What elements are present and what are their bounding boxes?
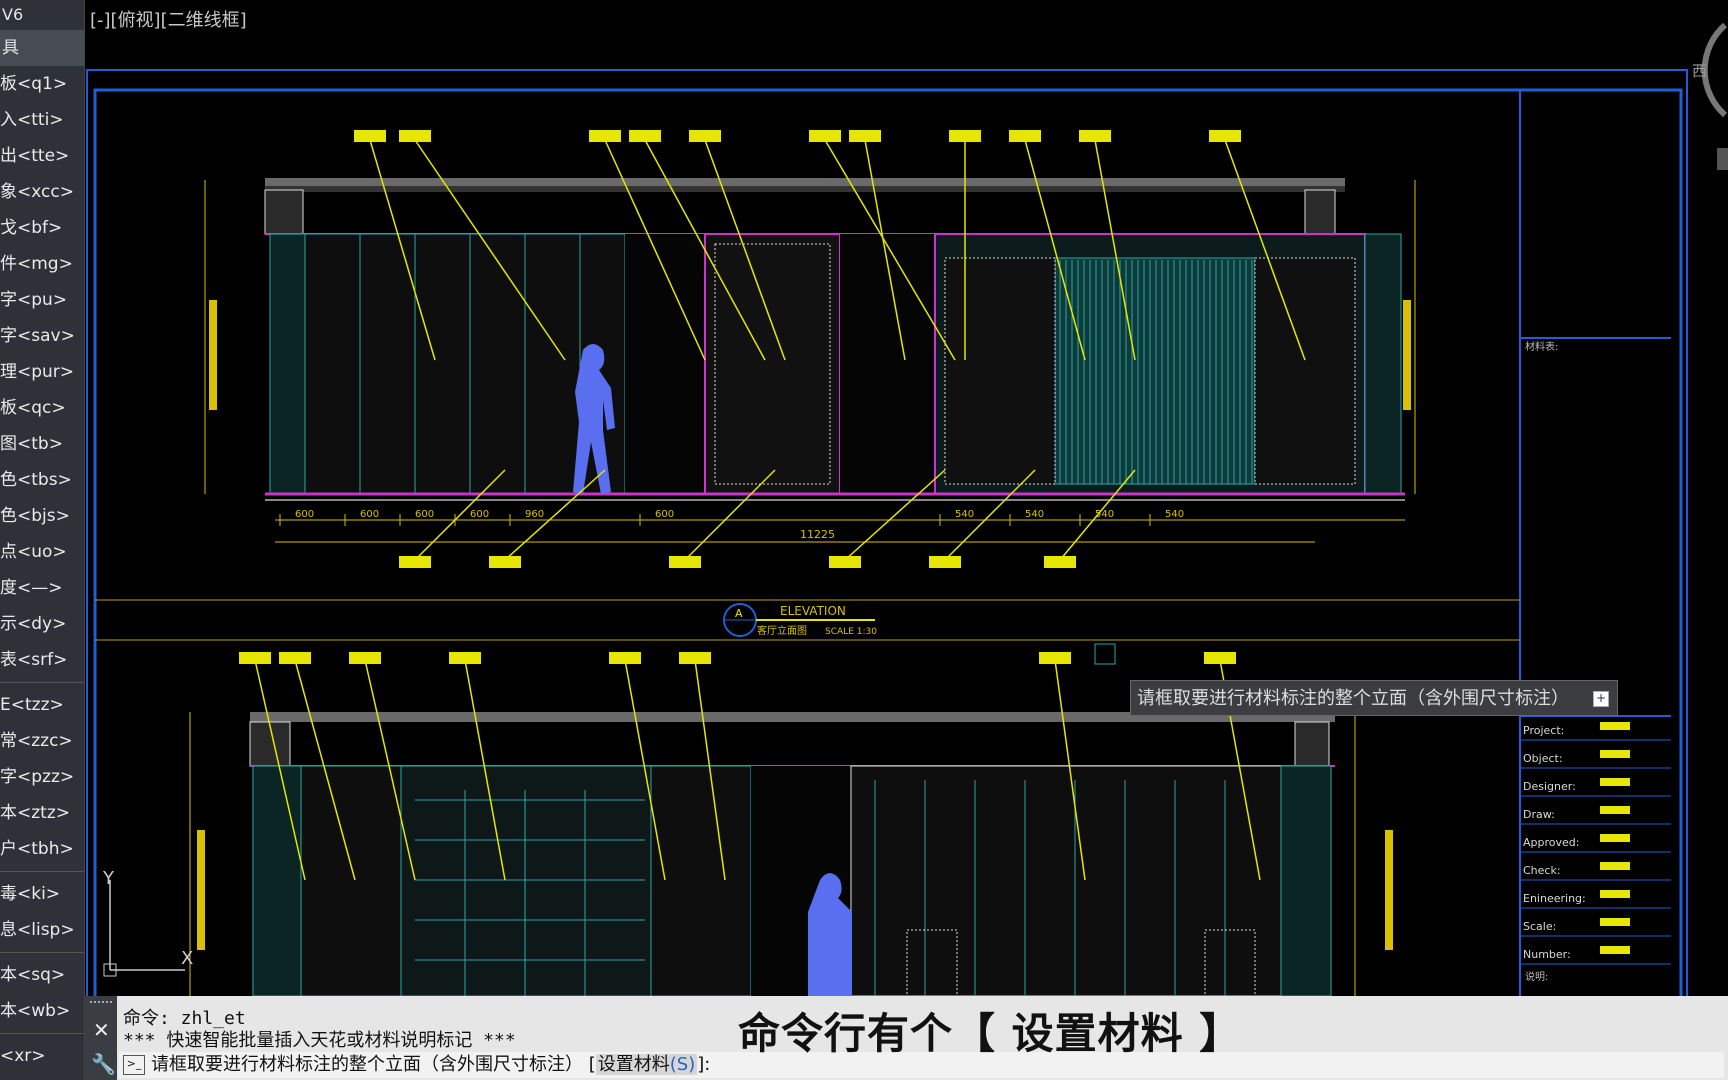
palette-items: 板<q1> 入<tti> 出<tte> 象<xcc> 戈<bf> 件<mg> 字<pu> 字<… <box>0 66 84 1074</box>
ucs-y-label: Y <box>102 868 115 889</box>
palette-item[interactable]: 度<—> <box>0 570 84 606</box>
set-material-option[interactable]: 设置材料(S) <box>595 1054 698 1075</box>
palette-item[interactable]: 理<pur> <box>0 354 84 390</box>
palette-item[interactable]: 毒<ki> <box>0 876 84 912</box>
palette-item[interactable]: 图<tb> <box>0 426 84 462</box>
palette-item[interactable]: 色<bjs> <box>0 498 84 534</box>
ucs-x-label: X <box>181 948 193 969</box>
elevation-subtitle: 客厅立面图 <box>757 624 807 637</box>
palette-item[interactable]: 件<mg> <box>0 246 84 282</box>
palette-item[interactable]: E<tzz> <box>0 687 84 723</box>
tooltip-expand-icon[interactable]: + <box>1593 691 1609 707</box>
command-prompt-icon[interactable]: >_ <box>123 1055 145 1075</box>
titleblock-row-label: Scale: <box>1523 920 1556 933</box>
command-tooltip: 请框取要进行材料标注的整个立面（含外围尺寸标注） + <box>1130 680 1618 716</box>
command-window-sidebar: ✕ 🔧 <box>85 996 117 1080</box>
palette-item[interactable]: 本<wb> <box>0 993 84 1029</box>
palette-header: 具 <box>0 30 84 66</box>
dimension-label: 540 <box>1165 509 1184 520</box>
viewport-label[interactable]: [-][俯视][二维线框] <box>90 6 247 32</box>
palette-separator <box>0 682 84 683</box>
viewcube-face-label[interactable]: 西 <box>1692 60 1707 81</box>
drawing-canvas[interactable]: 600 600 600 600 960 600 540 540 540 540 11225 A E… <box>85 0 1728 1002</box>
palette-item[interactable]: 入<tti> <box>0 102 84 138</box>
palette-item[interactable]: 息<lisp> <box>0 912 84 948</box>
elevation-scale: SCALE 1:30 <box>825 627 877 637</box>
elevation-label: ELEVATION <box>780 604 846 618</box>
grip-handle[interactable] <box>90 1001 112 1011</box>
palette-separator <box>0 871 84 872</box>
dimension-label: 600 <box>360 509 379 520</box>
palette-separator <box>0 952 84 953</box>
palette-separator <box>0 1033 84 1034</box>
command-suffix: ]: <box>697 1054 711 1075</box>
palette-item[interactable]: 户<tbh> <box>0 831 84 867</box>
cad-drawing: 600 600 600 600 960 600 540 540 540 540 11225 A E… <box>86 22 1728 1002</box>
palette-item[interactable]: 字<sav> <box>0 318 84 354</box>
ucs-icon: Y X <box>102 868 193 977</box>
palette-item[interactable]: 本<sq> <box>0 957 84 993</box>
command-prompt-text: 请框取要进行材料标注的整个立面（含外围尺寸标注） <box>151 1054 583 1075</box>
elevation-title: A ELEVATION 客厅立面图 SCALE 1:30 <box>723 603 877 637</box>
dimension-label: 600 <box>470 509 489 520</box>
palette-item[interactable]: 色<tbs> <box>0 462 84 498</box>
titleblock-row-label: Project: <box>1523 724 1564 737</box>
palette-item[interactable]: 常<zzc> <box>0 723 84 759</box>
titleblock-row-label: Number: <box>1523 948 1571 961</box>
titleblock-row-label: Enineering: <box>1523 892 1586 905</box>
palette-item[interactable]: 字<pu> <box>0 282 84 318</box>
palette-item[interactable]: 字<pzz> <box>0 759 84 795</box>
tool-palette: V6 具 板<q1> 入<tti> 出<tte> 象<xcc> 戈<bf> 件<mg> 字<… <box>0 0 85 1080</box>
palette-item[interactable]: 点<uo> <box>0 534 84 570</box>
tooltip-text: 请框取要进行材料标注的整个立面（含外围尺寸标注） <box>1137 688 1569 709</box>
dimension-label: 540 <box>1025 509 1044 520</box>
palette-title: V6 <box>2 5 24 24</box>
note-label: 说明: <box>1525 970 1548 983</box>
palette-item[interactable]: 板<q1> <box>0 66 84 102</box>
palette-item[interactable]: 象<xcc> <box>0 174 84 210</box>
palette-item[interactable]: 出<tte> <box>0 138 84 174</box>
close-icon[interactable]: ✕ <box>93 1018 110 1042</box>
command-history-line: *** 快速智能批量插入天花或材料说明标记 *** <box>123 1030 516 1051</box>
dimension-label: 600 <box>655 509 674 520</box>
titleblock-row-label: Check: <box>1523 864 1561 877</box>
video-subtitle: 命令行有个【 设置材料 】 <box>738 1009 1243 1058</box>
palette-item[interactable]: <xr> <box>0 1038 84 1074</box>
dimension-label: 600 <box>295 509 314 520</box>
palette-item[interactable]: 戈<bf> <box>0 210 84 246</box>
viewcube-button[interactable] <box>1717 148 1728 170</box>
wrench-icon[interactable]: 🔧 <box>91 1052 116 1076</box>
palette-item[interactable]: 表<srf> <box>0 642 84 678</box>
palette-item[interactable]: 示<dy> <box>0 606 84 642</box>
viewcube-ring <box>1701 22 1728 118</box>
material-table-label: 材料表: <box>1525 340 1558 353</box>
top-elevation: 600 600 600 600 960 600 540 540 540 540 11225 <box>204 130 1416 568</box>
titleblock-row-label: Approved: <box>1523 836 1579 849</box>
dimension-label: 540 <box>955 509 974 520</box>
palette-item[interactable]: 本<ztz> <box>0 795 84 831</box>
dimension-label: 600 <box>415 509 434 520</box>
svg-text:A: A <box>735 607 743 620</box>
titleblock-row-label: Draw: <box>1523 808 1555 821</box>
titleblock-row-label: Object: <box>1523 752 1563 765</box>
titleblock-row-label: Designer: <box>1523 780 1576 793</box>
palette-item[interactable]: 板<qc> <box>0 390 84 426</box>
dimension-label: 960 <box>525 509 544 520</box>
total-dimension: 11225 <box>800 528 835 541</box>
